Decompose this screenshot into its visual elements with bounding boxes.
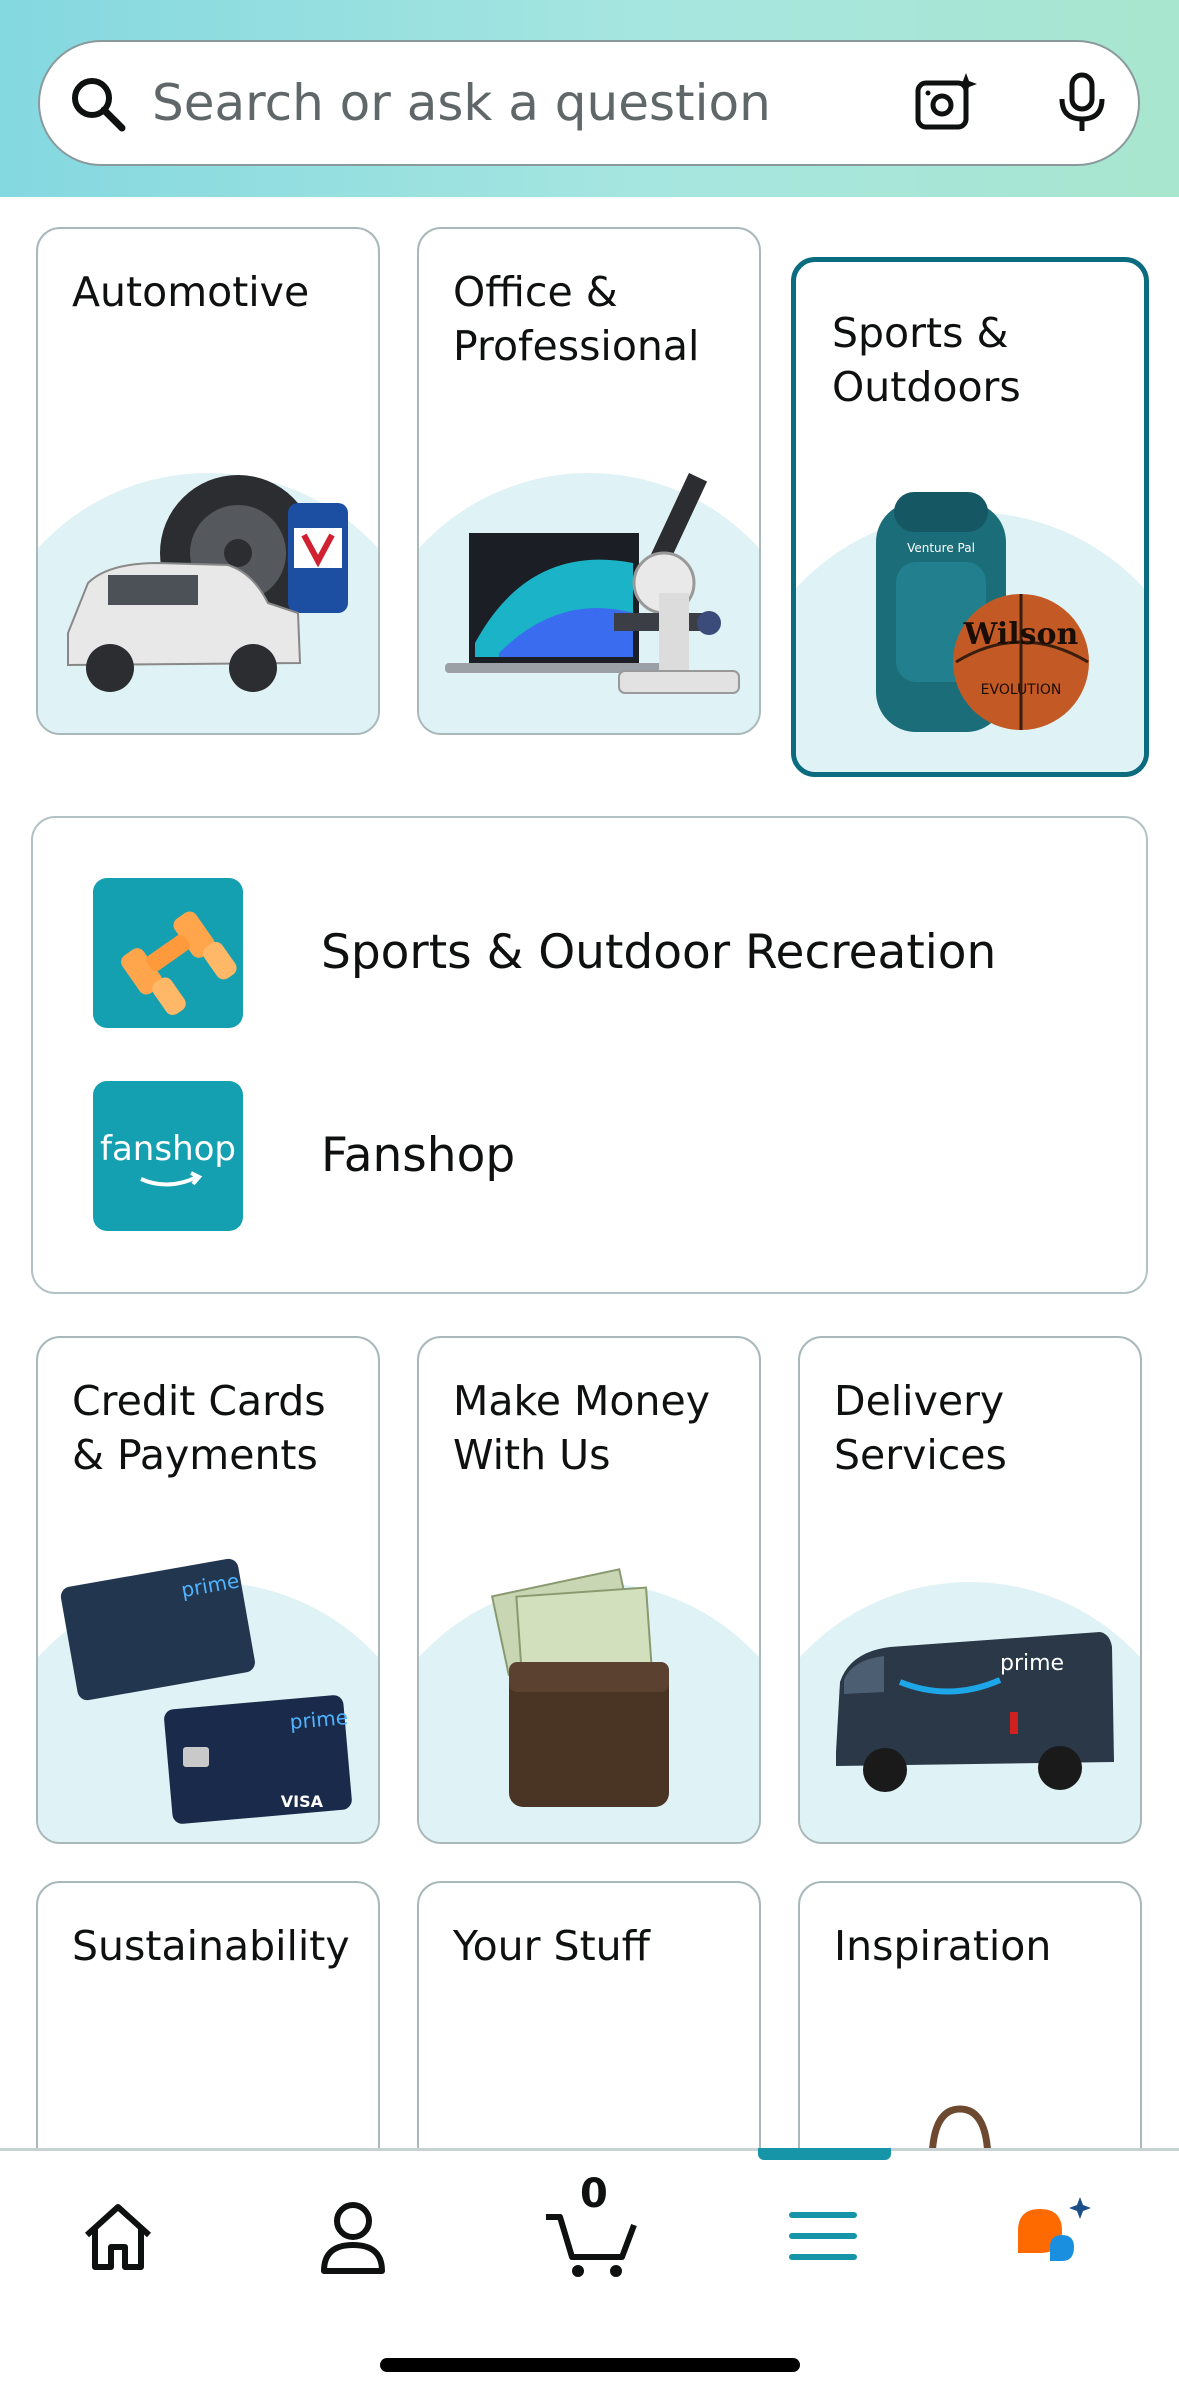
tile-label: Your Stuff xyxy=(453,1922,650,1970)
laptop-microscope-image xyxy=(445,472,740,694)
tile-label: Delivery Services xyxy=(834,1377,1007,1479)
tile-label: Inspiration xyxy=(834,1922,1052,1970)
subcategory-label: Fanshop xyxy=(321,1128,516,1183)
car-wheel-oil-image xyxy=(67,475,348,692)
microphone-icon[interactable] xyxy=(1050,71,1114,135)
wallet-cash-image xyxy=(490,1568,669,1807)
svg-text:EVOLUTION: EVOLUTION xyxy=(981,682,1062,698)
dumbbell-icon xyxy=(93,878,243,1028)
search-bar[interactable]: Search or ask a question xyxy=(38,40,1140,166)
subcategory-label: Sports & Outdoor Recreation xyxy=(321,925,997,980)
tile-make-money-with-us[interactable]: Make Money With Us xyxy=(417,1336,761,1844)
cart-count-badge: 0 xyxy=(580,2171,608,2217)
camera-sparkle-icon[interactable] xyxy=(914,71,978,135)
tile-label: Office & Professional xyxy=(453,268,700,370)
subcategory-panel: Sports & Outdoor Recreation fanshop Fans… xyxy=(31,816,1148,1294)
tile-label: Sports & Outdoors xyxy=(832,309,1021,411)
subcategory-item[interactable]: Sports & Outdoor Recreation xyxy=(93,878,1093,1028)
home-icon[interactable] xyxy=(73,2191,163,2281)
tile-label: Make Money With Us xyxy=(453,1377,710,1479)
tile-office-professional[interactable]: Office & Professional xyxy=(417,227,761,735)
account-icon[interactable] xyxy=(308,2191,398,2281)
tile-automotive[interactable]: Automotive xyxy=(36,227,380,735)
home-indicator-bar xyxy=(380,2358,800,2372)
active-tab-indicator xyxy=(758,2148,891,2160)
fanshop-logo: fanshop xyxy=(93,1081,243,1231)
tile-sports-outdoors[interactable]: Sports & Outdoors Venture Pal Wilson EVO… xyxy=(791,257,1149,777)
prime-credit-cards-image: prime prime VISA xyxy=(60,1558,352,1824)
subcategory-item[interactable]: fanshop Fanshop xyxy=(93,1081,1093,1231)
svg-text:VISA: VISA xyxy=(281,1792,324,1811)
tile-delivery-services[interactable]: Delivery Services prime xyxy=(798,1336,1142,1844)
menu-icon[interactable] xyxy=(778,2191,868,2281)
backpack-basketball-image: Venture Pal Wilson EVOLUTION xyxy=(876,492,1089,732)
tile-label: Credit Cards & Payments xyxy=(72,1377,326,1479)
tile-label: Sustainability xyxy=(72,1922,350,1970)
prime-delivery-van-image: prime xyxy=(836,1632,1114,1792)
tile-label: Automotive xyxy=(72,268,310,316)
search-icon xyxy=(72,78,126,132)
search-placeholder: Search or ask a question xyxy=(152,74,771,132)
svg-text:Wilson: Wilson xyxy=(963,617,1079,652)
svg-text:prime: prime xyxy=(1000,1651,1064,1676)
svg-text:prime: prime xyxy=(289,1705,349,1734)
tile-credit-cards-payments[interactable]: Credit Cards & Payments prime prime VISA xyxy=(36,1336,380,1844)
svg-text:Venture Pal: Venture Pal xyxy=(907,541,975,555)
rufus-icon[interactable] xyxy=(1010,2191,1100,2281)
header: Search or ask a question xyxy=(0,0,1179,197)
